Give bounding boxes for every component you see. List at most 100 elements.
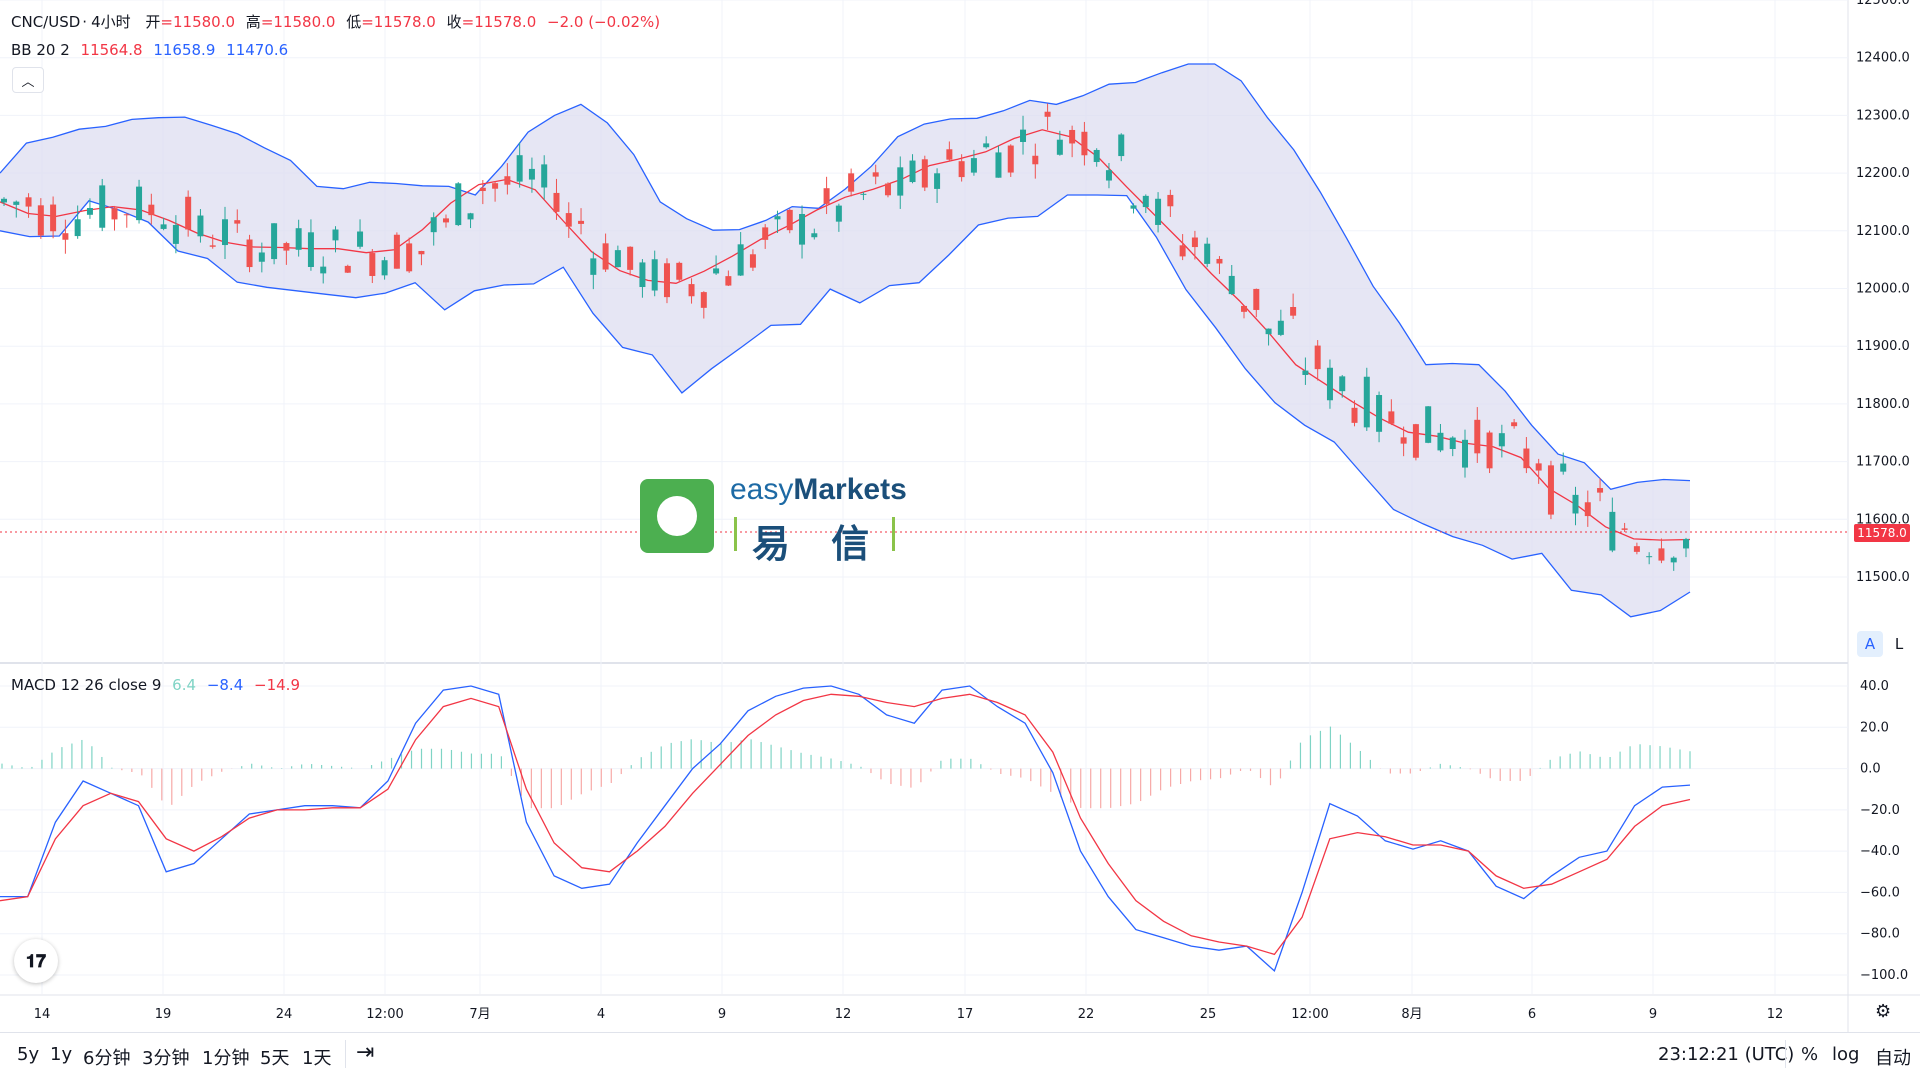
high-label: 高=11580.0 (245, 13, 336, 31)
candle-body (1683, 538, 1689, 549)
candle-body (136, 186, 143, 221)
bb-upper-value: 11658.9 (153, 41, 216, 59)
candle-body (307, 232, 314, 268)
candle-body (1142, 195, 1149, 208)
close-label: 收=11578.0 (446, 13, 537, 31)
candle-body (1498, 433, 1505, 447)
date-range-icon[interactable]: ⇥ (356, 1040, 374, 1065)
candle-body (1204, 243, 1211, 264)
candle-body (1670, 557, 1677, 563)
candle-body (418, 250, 425, 255)
price-tick-label: 12000.0 (1856, 282, 1910, 297)
candle-body (271, 223, 278, 260)
range-3min[interactable]: 3分钟 (142, 1044, 189, 1070)
candle-body (1584, 502, 1591, 517)
price-legend: CNC/USD · 4小时 开=11580.0 高=11580.0 低=11578.… (11, 13, 661, 31)
candle-body (1302, 370, 1309, 375)
candle-body (1621, 528, 1628, 530)
macd-tick-label: −80.0 (1860, 927, 1900, 942)
percent-toggle[interactable]: % (1801, 1044, 1818, 1065)
macd-tick-label: −40.0 (1860, 844, 1900, 859)
time-tick-label: 17 (957, 1007, 974, 1022)
range-5d[interactable]: 5天 (260, 1044, 289, 1070)
candle-body (934, 173, 941, 189)
candle-body (516, 155, 523, 182)
time-tick-label: 8月 (1401, 1007, 1422, 1022)
time-tick-label: 12 (1767, 1007, 1784, 1022)
range-1min[interactable]: 1分钟 (202, 1044, 249, 1070)
candle-body (970, 158, 977, 173)
candle-body (811, 233, 818, 238)
candle-body (1253, 288, 1260, 310)
log-toggle[interactable]: log (1832, 1044, 1859, 1065)
price-tick-label: 11500.0 (1856, 570, 1910, 585)
candle-body (700, 292, 707, 308)
candle-body (148, 204, 155, 216)
candle-body (1167, 194, 1174, 207)
range-1d[interactable]: 1天 (302, 1044, 331, 1070)
chevron-up-icon: ︿ (21, 74, 35, 90)
candle-body (1191, 237, 1198, 248)
candle-body (13, 201, 20, 205)
candle-body (1020, 129, 1027, 142)
candle-body (86, 207, 93, 215)
time-tick-label: 25 (1200, 1007, 1217, 1022)
candle-body (1228, 275, 1235, 295)
collapse-legend-button[interactable]: ︿ (12, 67, 44, 93)
candle-body (344, 265, 351, 273)
candle-body (995, 152, 1002, 178)
easymarkets-logo-icon (640, 479, 714, 553)
tradingview-logo-icon[interactable]: 𝟏𝟕 (14, 939, 58, 983)
candle-body (1326, 367, 1333, 401)
candle-body (455, 183, 462, 226)
range-1y[interactable]: 1y (50, 1044, 72, 1065)
macd-tick-label: −60.0 (1860, 885, 1900, 900)
candle-body (1265, 328, 1272, 335)
log-scale-button[interactable]: L (1886, 631, 1912, 657)
auto-scale-button[interactable]: A (1857, 631, 1883, 657)
candle-body (835, 205, 842, 222)
candle-body (1044, 111, 1051, 117)
bb-basis-value: 11564.8 (80, 41, 143, 59)
candle-body (786, 209, 793, 231)
macd-tick-label: 20.0 (1860, 720, 1889, 735)
price-tick-label: 11800.0 (1856, 397, 1910, 412)
candle-body (25, 197, 32, 207)
candle-body (209, 245, 216, 247)
candle-body (1105, 170, 1112, 181)
candle-body (1081, 131, 1088, 156)
range-5y[interactable]: 5y (17, 1044, 39, 1065)
symbol-label: CNC/USD (11, 13, 81, 31)
chart-canvas[interactable]: 12500.0 12400.0 12300.0 12200.0 12100.0 12000… (0, 0, 1920, 1080)
candle-body (246, 239, 253, 268)
auto-toggle[interactable]: 自动 (1875, 1044, 1911, 1070)
candle-body (1339, 376, 1346, 392)
macd-tick-label: 0.0 (1860, 762, 1881, 777)
price-tick-label: 12400.0 (1856, 51, 1910, 66)
candle-body (1032, 155, 1039, 165)
candle-body (799, 213, 806, 245)
candle-body (1314, 345, 1321, 370)
candle-body (1535, 463, 1542, 471)
candle-body (1486, 432, 1493, 469)
time-tick-label: 14 (34, 1007, 51, 1022)
candle-body (1511, 422, 1518, 427)
open-label: 开=11580.0 (145, 13, 236, 31)
candle-body (1130, 205, 1137, 209)
macd-line (0, 685, 1691, 973)
candle-body (406, 243, 413, 272)
candle-body (1277, 320, 1284, 335)
candle-body (37, 205, 44, 236)
time-tick-label: 12:00 (366, 1007, 403, 1022)
candle-body (884, 183, 891, 196)
candle-body (1449, 437, 1456, 450)
macd-value: −8.4 (206, 676, 244, 694)
signal-line (0, 693, 1691, 956)
clock-time[interactable]: 23:12:21 (UTC) (1658, 1044, 1794, 1065)
range-6min[interactable]: 6分钟 (83, 1044, 130, 1070)
candle-body (639, 262, 646, 288)
candle-body (283, 243, 290, 251)
candle-body (553, 192, 560, 212)
candle-body (725, 276, 732, 286)
gear-icon[interactable]: ⚙ (1875, 1001, 1891, 1022)
